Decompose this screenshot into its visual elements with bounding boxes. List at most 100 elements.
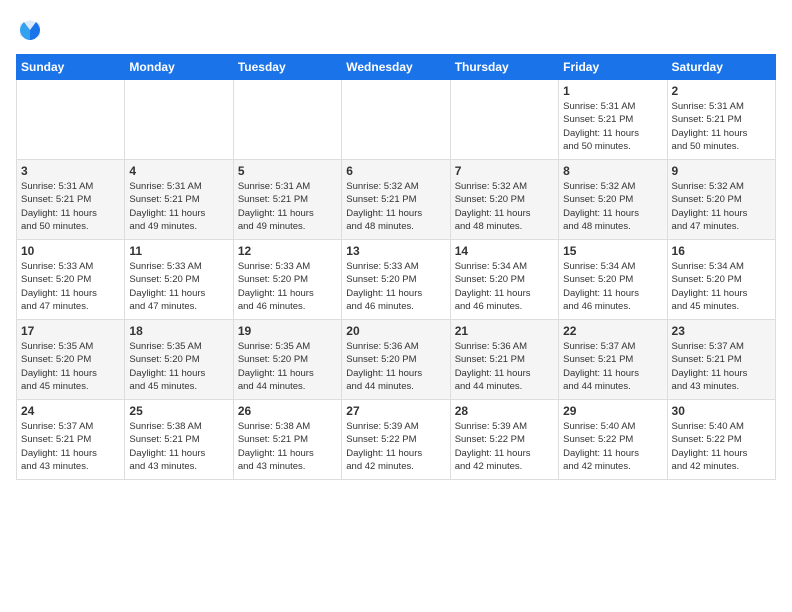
days-header-row: SundayMondayTuesdayWednesdayThursdayFrid… — [17, 55, 776, 80]
calendar-cell: 29Sunrise: 5:40 AM Sunset: 5:22 PM Dayli… — [559, 400, 667, 480]
day-info: Sunrise: 5:31 AM Sunset: 5:21 PM Dayligh… — [238, 180, 337, 233]
calendar-cell: 21 Sunrise: 5:36 AM Sunset: 5:21 PM Dayli… — [450, 320, 558, 400]
calendar-cell: 23 Sunrise: 5:37 AM Sunset: 5:21 PM Dayli… — [667, 320, 775, 400]
day-number: 11 — [129, 244, 228, 258]
day-number: 10 — [21, 244, 120, 258]
day-info: Sunrise: 5:33 AM Sunset: 5:20 PM Dayligh… — [21, 260, 120, 313]
day-number: 13 — [346, 244, 445, 258]
calendar-cell: 26 Sunrise: 5:38 AM Sunset: 5:21 PM Dayli… — [233, 400, 341, 480]
day-info: Sunrise: 5:35 AM Sunset: 5:20 PM Dayligh… — [238, 340, 337, 393]
calendar-cell: 19 Sunrise: 5:35 AM Sunset: 5:20 PM Dayli… — [233, 320, 341, 400]
day-number: 25 — [129, 404, 228, 418]
day-info: Sunrise: 5:35 AM Sunset: 5:20 PM Dayligh… — [21, 340, 120, 393]
calendar-cell: 24 Sunrise: 5:37 AM Sunset: 5:21 PM Dayli… — [17, 400, 125, 480]
day-header-saturday: Saturday — [667, 55, 775, 80]
calendar-cell: 1 Sunrise: 5:31 AM Sunset: 5:21 PM Daylig… — [559, 80, 667, 160]
day-info: Sunrise: 5:39 AM Sunset: 5:22 PM Dayligh… — [455, 420, 554, 473]
week-row-0: 1 Sunrise: 5:31 AM Sunset: 5:21 PM Daylig… — [17, 80, 776, 160]
day-number: 16 — [672, 244, 771, 258]
day-number: 2 — [672, 84, 771, 98]
calendar-cell: 9 Sunrise: 5:32 AM Sunset: 5:20 PM Daylig… — [667, 160, 775, 240]
day-number: 28 — [455, 404, 554, 418]
day-info: Sunrise: 5:37 AM Sunset: 5:21 PM Dayligh… — [563, 340, 662, 393]
day-info: Sunrise: 5:38 AM Sunset: 5:21 PM Dayligh… — [129, 420, 228, 473]
day-number: 26 — [238, 404, 337, 418]
day-info: Sunrise: 5:31 AM Sunset: 5:21 PM Dayligh… — [129, 180, 228, 233]
calendar-cell: 15Sunrise: 5:34 AM Sunset: 5:20 PM Dayli… — [559, 240, 667, 320]
day-info: Sunrise: 5:31 AM Sunset: 5:21 PM Dayligh… — [563, 100, 662, 153]
day-info: Sunrise: 5:34 AM Sunset: 5:20 PM Dayligh… — [672, 260, 771, 313]
day-number: 19 — [238, 324, 337, 338]
day-header-monday: Monday — [125, 55, 233, 80]
calendar-cell — [17, 80, 125, 160]
week-row-4: 24 Sunrise: 5:37 AM Sunset: 5:21 PM Dayli… — [17, 400, 776, 480]
calendar-cell: 18 Sunrise: 5:35 AM Sunset: 5:20 PM Dayli… — [125, 320, 233, 400]
day-number: 22 — [563, 324, 662, 338]
day-info: Sunrise: 5:33 AM Sunset: 5:20 PM Dayligh… — [238, 260, 337, 313]
day-header-tuesday: Tuesday — [233, 55, 341, 80]
calendar-cell: 11 Sunrise: 5:33 AM Sunset: 5:20 PM Dayli… — [125, 240, 233, 320]
day-number: 12 — [238, 244, 337, 258]
day-info: Sunrise: 5:35 AM Sunset: 5:20 PM Dayligh… — [129, 340, 228, 393]
calendar-cell: 4 Sunrise: 5:31 AM Sunset: 5:21 PM Daylig… — [125, 160, 233, 240]
day-info: Sunrise: 5:31 AM Sunset: 5:21 PM Dayligh… — [21, 180, 120, 233]
day-number: 20 — [346, 324, 445, 338]
day-number: 5 — [238, 164, 337, 178]
calendar-cell: 30 Sunrise: 5:40 AM Sunset: 5:22 PM Dayli… — [667, 400, 775, 480]
day-number: 8 — [563, 164, 662, 178]
day-info: Sunrise: 5:34 AM Sunset: 5:20 PM Dayligh… — [563, 260, 662, 313]
calendar-cell: 10 Sunrise: 5:33 AM Sunset: 5:20 PM Dayli… — [17, 240, 125, 320]
day-info: Sunrise: 5:31 AM Sunset: 5:21 PM Dayligh… — [672, 100, 771, 153]
day-info: Sunrise: 5:38 AM Sunset: 5:21 PM Dayligh… — [238, 420, 337, 473]
calendar-cell: 25 Sunrise: 5:38 AM Sunset: 5:21 PM Dayli… — [125, 400, 233, 480]
week-row-2: 10 Sunrise: 5:33 AM Sunset: 5:20 PM Dayli… — [17, 240, 776, 320]
day-number: 27 — [346, 404, 445, 418]
calendar-cell: 12 Sunrise: 5:33 AM Sunset: 5:20 PM Dayli… — [233, 240, 341, 320]
day-info: Sunrise: 5:32 AM Sunset: 5:20 PM Dayligh… — [455, 180, 554, 233]
day-info: Sunrise: 5:32 AM Sunset: 5:20 PM Dayligh… — [672, 180, 771, 233]
calendar-cell: 16 Sunrise: 5:34 AM Sunset: 5:20 PM Dayli… — [667, 240, 775, 320]
day-info: Sunrise: 5:40 AM Sunset: 5:22 PM Dayligh… — [563, 420, 662, 473]
day-number: 30 — [672, 404, 771, 418]
day-number: 23 — [672, 324, 771, 338]
day-info: Sunrise: 5:37 AM Sunset: 5:21 PM Dayligh… — [672, 340, 771, 393]
day-header-sunday: Sunday — [17, 55, 125, 80]
calendar-cell — [233, 80, 341, 160]
calendar-cell: 20Sunrise: 5:36 AM Sunset: 5:20 PM Dayli… — [342, 320, 450, 400]
week-row-3: 17 Sunrise: 5:35 AM Sunset: 5:20 PM Dayli… — [17, 320, 776, 400]
calendar-cell: 14 Sunrise: 5:34 AM Sunset: 5:20 PM Dayli… — [450, 240, 558, 320]
calendar-cell: 7 Sunrise: 5:32 AM Sunset: 5:20 PM Daylig… — [450, 160, 558, 240]
calendar-cell: 2 Sunrise: 5:31 AM Sunset: 5:21 PM Daylig… — [667, 80, 775, 160]
day-number: 6 — [346, 164, 445, 178]
day-info: Sunrise: 5:37 AM Sunset: 5:21 PM Dayligh… — [21, 420, 120, 473]
calendar-cell: 27 Sunrise: 5:39 AM Sunset: 5:22 PM Dayli… — [342, 400, 450, 480]
calendar-cell: 3 Sunrise: 5:31 AM Sunset: 5:21 PM Daylig… — [17, 160, 125, 240]
calendar-cell: 5 Sunrise: 5:31 AM Sunset: 5:21 PM Daylig… — [233, 160, 341, 240]
calendar-cell: 8 Sunrise: 5:32 AM Sunset: 5:20 PM Daylig… — [559, 160, 667, 240]
calendar-cell: 13 Sunrise: 5:33 AM Sunset: 5:20 PM Dayli… — [342, 240, 450, 320]
calendar-cell — [342, 80, 450, 160]
day-number: 4 — [129, 164, 228, 178]
calendar-cell — [450, 80, 558, 160]
day-number: 21 — [455, 324, 554, 338]
day-info: Sunrise: 5:33 AM Sunset: 5:20 PM Dayligh… — [129, 260, 228, 313]
day-number: 14 — [455, 244, 554, 258]
day-info: Sunrise: 5:33 AM Sunset: 5:20 PM Dayligh… — [346, 260, 445, 313]
day-info: Sunrise: 5:36 AM Sunset: 5:21 PM Dayligh… — [455, 340, 554, 393]
day-number: 7 — [455, 164, 554, 178]
day-number: 3 — [21, 164, 120, 178]
day-number: 17 — [21, 324, 120, 338]
calendar-cell: 17 Sunrise: 5:35 AM Sunset: 5:20 PM Dayli… — [17, 320, 125, 400]
calendar-container: SundayMondayTuesdayWednesdayThursdayFrid… — [16, 16, 776, 480]
day-info: Sunrise: 5:32 AM Sunset: 5:20 PM Dayligh… — [563, 180, 662, 233]
calendar-cell: 22 Sunrise: 5:37 AM Sunset: 5:21 PM Dayli… — [559, 320, 667, 400]
day-number: 1 — [563, 84, 662, 98]
day-number: 18 — [129, 324, 228, 338]
day-info: Sunrise: 5:40 AM Sunset: 5:22 PM Dayligh… — [672, 420, 771, 473]
calendar-cell — [125, 80, 233, 160]
day-number: 9 — [672, 164, 771, 178]
day-number: 24 — [21, 404, 120, 418]
day-info: Sunrise: 5:34 AM Sunset: 5:20 PM Dayligh… — [455, 260, 554, 313]
day-info: Sunrise: 5:39 AM Sunset: 5:22 PM Dayligh… — [346, 420, 445, 473]
calendar-cell: 6Sunrise: 5:32 AM Sunset: 5:21 PM Daylig… — [342, 160, 450, 240]
